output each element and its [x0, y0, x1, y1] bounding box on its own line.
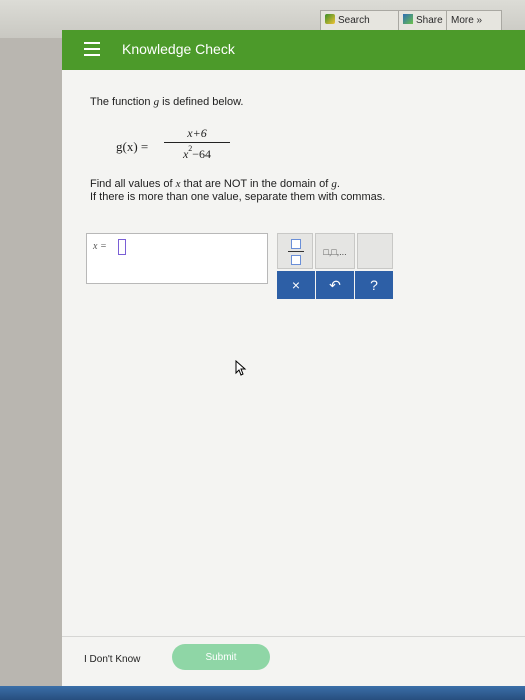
header-bar: Knowledge Check [62, 30, 525, 70]
fraction-bar-icon [288, 251, 304, 252]
help-button[interactable]: ? [355, 271, 393, 299]
denominator-box-icon [291, 255, 301, 265]
more-toolbar-label: More » [451, 15, 483, 26]
fraction-bar [164, 142, 230, 143]
denominator-rest: −64 [192, 147, 212, 161]
os-taskbar [0, 686, 525, 700]
question-area: The function g is defined below. g(x) = … [90, 96, 510, 203]
hamburger-menu-icon[interactable] [84, 42, 100, 56]
instruction-line-1: Find all values of x that are NOT in the… [90, 178, 490, 191]
search-toolbar-label: Search [338, 15, 370, 26]
page-title: Knowledge Check [122, 41, 235, 57]
dont-know-button[interactable]: I Don't Know [84, 647, 164, 671]
search-toolbar-button[interactable]: Search [320, 10, 400, 32]
formula-fraction: x+6 x2−64 [164, 126, 230, 162]
question-intro: The function g is defined below. [90, 96, 510, 108]
numerator-box-icon [291, 239, 301, 249]
instruction-middle: that are NOT in the domain of [180, 178, 332, 190]
share-icon [403, 14, 413, 24]
intro-prefix: The function [90, 96, 154, 108]
footer-divider [62, 636, 525, 637]
instruction-suffix: . [336, 178, 340, 190]
submit-button[interactable]: Submit [172, 644, 270, 670]
share-toolbar-button[interactable]: Share [398, 10, 450, 32]
list-button[interactable]: □,□,... [315, 233, 355, 269]
answer-input[interactable]: x = [86, 233, 268, 284]
knowledge-check-page: Knowledge Check The function g is define… [62, 30, 525, 700]
formula-denominator: x2−64 [164, 144, 230, 162]
fraction-button[interactable] [277, 233, 313, 269]
answer-label: x = [93, 241, 107, 252]
math-keypad: □,□,... × ↶ ? [277, 233, 393, 299]
more-toolbar-button[interactable]: More » [446, 10, 502, 32]
formula-lhs: g(x) = [116, 139, 149, 154]
instruction-line-2: If there is more than one value, separat… [90, 191, 386, 203]
function-formula: g(x) = x+6 x2−64 [116, 126, 276, 166]
instruction-prefix: Find all values of [90, 178, 176, 190]
answer-entry-slot[interactable] [118, 239, 126, 255]
mouse-pointer-icon [235, 360, 247, 376]
undo-button[interactable]: ↶ [316, 271, 354, 299]
formula-numerator: x+6 [187, 126, 207, 140]
intro-suffix: is defined below. [159, 96, 244, 108]
instruction-text: Find all values of x that are NOT in the… [90, 178, 490, 204]
share-toolbar-label: Share [416, 15, 443, 26]
clear-button[interactable]: × [277, 271, 315, 299]
search-icon [325, 14, 335, 24]
keypad-empty-cell [357, 233, 393, 269]
